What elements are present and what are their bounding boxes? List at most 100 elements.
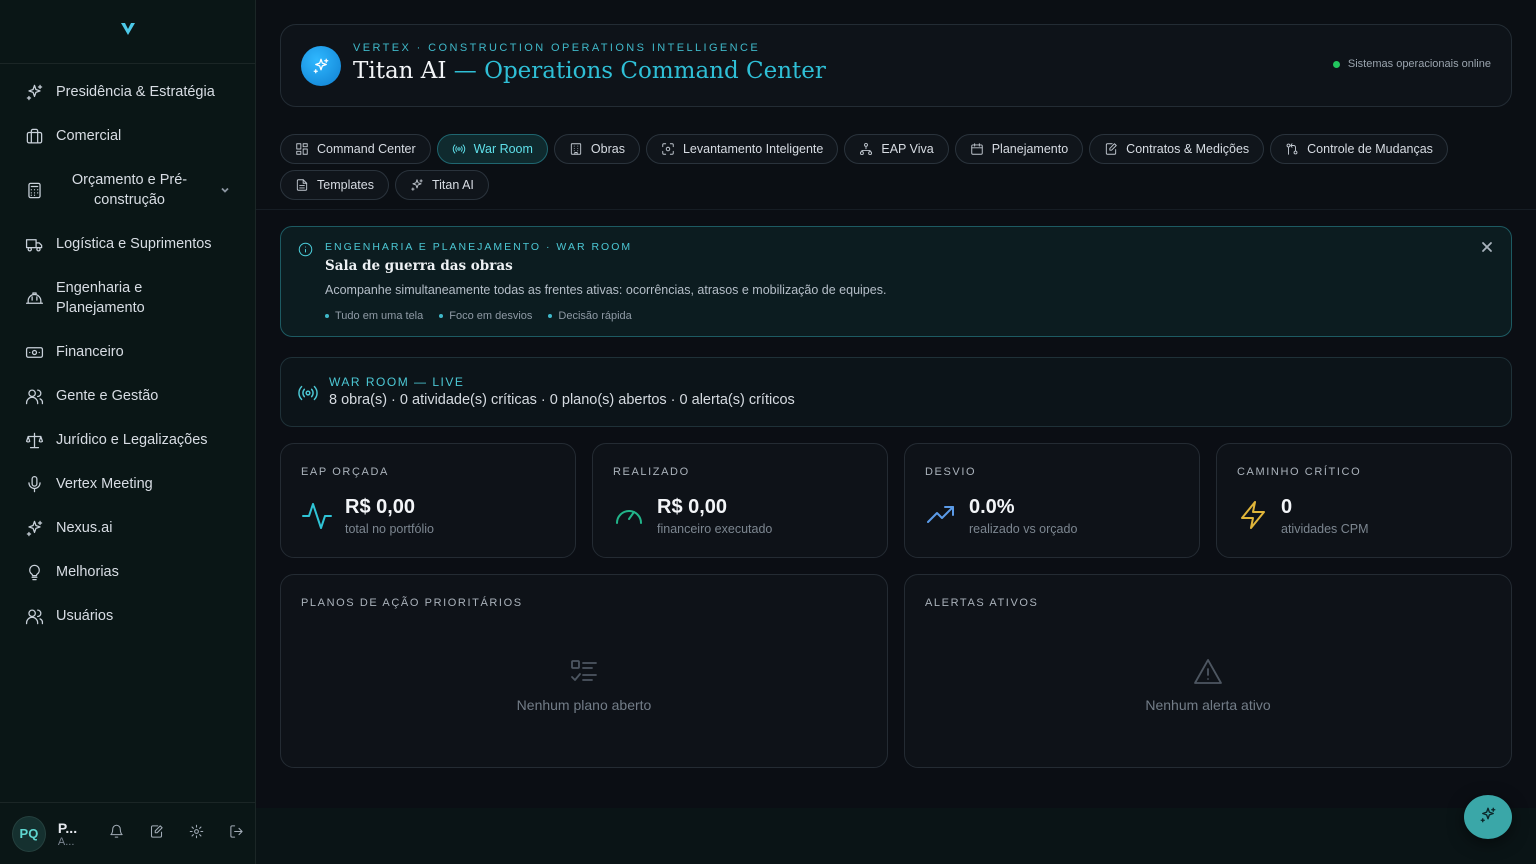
gear-icon	[189, 824, 204, 844]
tab-obras[interactable]: Obras	[553, 134, 640, 164]
tab-controle-mudancas[interactable]: Controle de Mudanças	[1270, 134, 1448, 164]
tab-label: Levantamento Inteligente	[682, 142, 824, 156]
sidebar-item-logistica[interactable]: Logística e Suprimentos	[0, 222, 255, 266]
sparkles-icon	[1479, 806, 1497, 829]
zap-icon	[1237, 499, 1269, 531]
kpi-card-desvio: DESVIO 0.0% realizado vs orçado	[904, 443, 1200, 558]
sidebar-item-label: Usuários	[56, 608, 114, 624]
sidebar-item-comercial[interactable]: Comercial	[0, 114, 255, 158]
scale-icon	[24, 430, 44, 450]
user-info: P... A...	[58, 820, 86, 848]
page-title: Titan AI — Operations Command Center	[353, 58, 826, 84]
avatar[interactable]: PQ	[12, 815, 46, 852]
kpi-label: CAMINHO CRÍTICO	[1237, 466, 1362, 478]
tab-label: Controle de Mudanças	[1307, 142, 1433, 156]
active-alerts-panel: ALERTAS ATIVOS Nenhum alerta ativo	[904, 574, 1512, 768]
info-tag: Decisão rápida	[548, 310, 631, 322]
hierarchy-icon	[860, 142, 873, 156]
sidebar-item-label: Orçamento e Pré-construção	[71, 172, 188, 208]
info-title: Sala de guerra das obras	[325, 258, 513, 274]
sidebar-item-nexus[interactable]: Nexus.ai	[0, 506, 255, 550]
kpi-card-eap-orcada: EAP ORÇADA R$ 0,00 total no portfólio	[280, 443, 576, 558]
logout-icon	[229, 824, 244, 844]
radio-icon	[452, 144, 465, 154]
top-zone: VERTEX · CONSTRUCTION OPERATIONS INTELLI…	[256, 0, 1536, 210]
info-icon	[298, 242, 313, 257]
alert-triangle-icon	[1193, 657, 1223, 687]
info-tags: Tudo em uma tela Foco em desvios Decisão…	[325, 310, 632, 322]
sidebar-item-label: Logística e Suprimentos	[56, 236, 212, 252]
sidebar-item-juridico[interactable]: Jurídico e Legalizações	[0, 418, 255, 462]
logout-button[interactable]	[216, 818, 256, 850]
kpi-card-realizado: REALIZADO R$ 0,00 financeiro executado	[592, 443, 888, 558]
scan-icon	[662, 143, 674, 155]
file-edit-icon	[1106, 143, 1117, 155]
ai-assistant-button[interactable]	[1464, 795, 1512, 839]
tab-titan-ai[interactable]: Titan AI	[394, 170, 489, 200]
sidebar-item-label: Vertex Meeting	[56, 476, 153, 492]
empty-state-text: Nenhum alerta ativo	[1145, 697, 1271, 713]
chevron-down-icon[interactable]	[219, 184, 231, 196]
sidebar-item-label: Gente e Gestão	[56, 388, 159, 404]
sparkles-icon	[24, 82, 44, 102]
panel-label: ALERTAS ATIVOS	[925, 597, 1039, 609]
tab-label: Planejamento	[991, 142, 1069, 156]
kpi-value: 0.0%	[969, 496, 1015, 518]
page-title-main: Titan AI	[353, 58, 447, 84]
tab-label: EAP Viva	[881, 142, 934, 156]
close-icon[interactable]	[1481, 240, 1495, 254]
file-edit-icon	[149, 824, 164, 844]
user-role: A...	[57, 835, 75, 848]
tab-label: Templates	[317, 178, 374, 192]
info-eyebrow: ENGENHARIA E PLANEJAMENTO · WAR ROOM	[325, 241, 633, 253]
notifications-button[interactable]	[96, 818, 136, 850]
kpi-sub: realizado vs orçado	[969, 522, 1078, 536]
kpi-label: EAP ORÇADA	[301, 466, 389, 478]
bell-icon	[109, 824, 124, 844]
system-status: Sistemas operacionais online	[1332, 58, 1491, 70]
settings-button[interactable]	[176, 818, 216, 850]
tab-planejamento[interactable]: Planejamento	[954, 134, 1084, 164]
sidebar-item-meeting[interactable]: Vertex Meeting	[0, 462, 255, 506]
sidebar-item-orcamento[interactable]: Orçamento e Pré-construção	[0, 158, 255, 222]
sidebar-item-presidencia[interactable]: Presidência & Estratégia	[0, 70, 255, 114]
building-icon	[570, 143, 582, 155]
tab-war-room[interactable]: War Room	[436, 134, 548, 164]
sidebar-item-gente[interactable]: Gente e Gestão	[0, 374, 255, 418]
sidebar-item-melhorias[interactable]: Melhorias	[0, 550, 255, 594]
user-name: P...	[57, 819, 78, 836]
tab-label: Command Center	[317, 142, 416, 156]
briefcase-icon	[24, 126, 44, 146]
edit-button[interactable]	[136, 818, 176, 850]
sidebar-item-financeiro[interactable]: Financeiro	[0, 330, 255, 374]
action-plans-panel: PLANOS DE AÇÃO PRIORITÁRIOS Nenhum plano…	[280, 574, 888, 768]
lightbulb-icon	[24, 562, 44, 582]
kpi-value: R$ 0,00	[345, 496, 416, 518]
kpi-sub: total no portfólio	[345, 522, 434, 536]
sidebar-item-usuarios[interactable]: Usuários	[0, 594, 255, 638]
info-tag: Tudo em uma tela	[325, 310, 423, 322]
microphone-icon	[24, 474, 44, 494]
tab-levantamento[interactable]: Levantamento Inteligente	[645, 134, 839, 164]
panel-label: PLANOS DE AÇÃO PRIORITÁRIOS	[301, 597, 523, 609]
file-text-icon	[296, 179, 308, 191]
sparkles-icon	[301, 46, 341, 86]
sidebar: Presidência & Estratégia Comercial Orçam…	[0, 0, 256, 864]
kpi-value: 0	[1281, 496, 1293, 518]
list-checks-icon	[569, 657, 599, 687]
tab-templates[interactable]: Templates	[280, 170, 389, 200]
sidebar-item-label: Financeiro	[56, 344, 124, 360]
tab-eap-viva[interactable]: EAP Viva	[844, 134, 949, 164]
sidebar-item-engenharia[interactable]: Engenharia e Planejamento	[0, 266, 255, 330]
tab-command-center[interactable]: Command Center	[280, 134, 431, 164]
live-eyebrow: WAR ROOM — LIVE	[329, 375, 465, 389]
tab-contratos[interactable]: Contratos & Medições	[1089, 134, 1265, 164]
info-banner: ENGENHARIA E PLANEJAMENTO · WAR ROOM Sal…	[280, 226, 1512, 337]
vertex-logo-icon[interactable]	[120, 22, 136, 41]
war-room-live-card: WAR ROOM — LIVE 8 obra(s) · 0 atividade(…	[280, 357, 1512, 427]
status-dot-icon	[1332, 60, 1340, 68]
sidebar-item-label: Comercial	[56, 128, 122, 144]
radio-icon	[297, 382, 319, 404]
kpi-sub: financeiro executado	[657, 522, 773, 536]
gauge-icon	[613, 499, 645, 531]
